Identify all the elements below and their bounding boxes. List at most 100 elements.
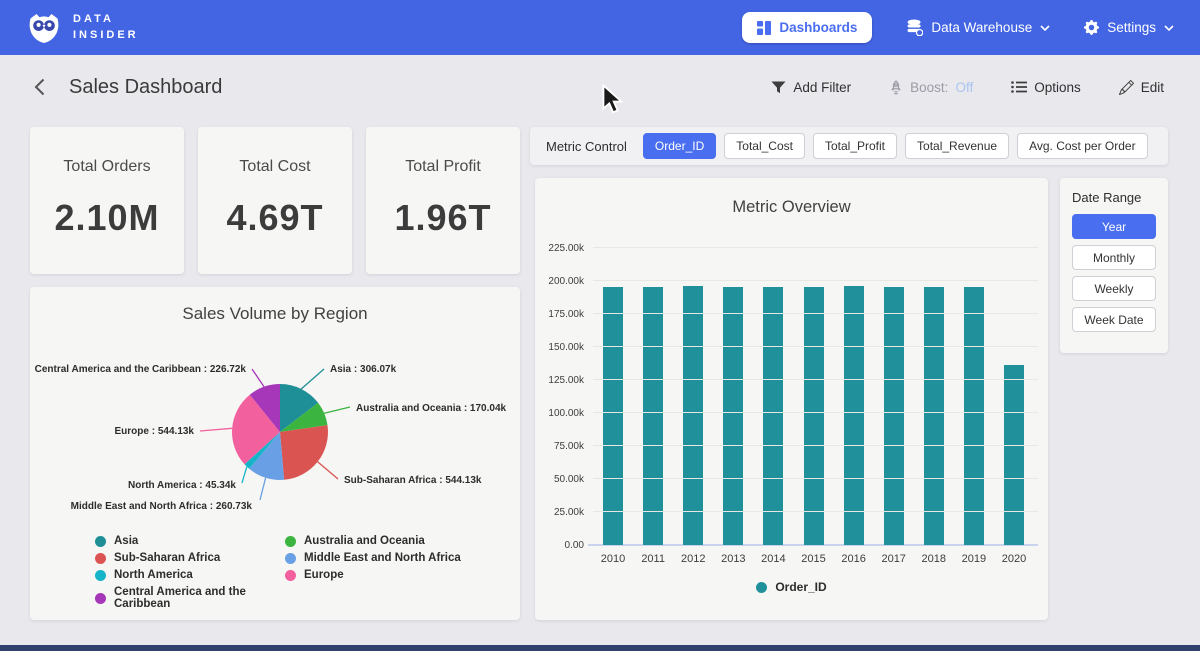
x-axis-labels: 2010201120122013201420152016201720182019…	[593, 553, 1034, 565]
add-filter-button[interactable]: Add Filter	[765, 79, 857, 96]
owl-logo-icon	[26, 12, 62, 44]
bar-slot	[874, 287, 914, 545]
nav-item-settings[interactable]: Settings	[1084, 20, 1174, 35]
top-navbar: DATA INSIDER Dashboards	[0, 0, 1200, 55]
pie-legend: Asia Australia and Oceania Sub-Saharan Afr…	[95, 535, 461, 610]
bar-2012[interactable]	[683, 286, 703, 545]
back-button[interactable]	[30, 74, 49, 100]
pie-leader-line	[252, 369, 264, 387]
x-axis-label: 2014	[753, 553, 793, 565]
bar-2010[interactable]	[603, 287, 623, 545]
bar-slot	[914, 287, 954, 545]
y-axis-tick: 75.00k	[554, 441, 584, 452]
y-axis-tick: 125.00k	[548, 375, 584, 386]
bar-slot	[673, 286, 713, 545]
bar-2013[interactable]	[723, 287, 743, 545]
pie-label-asia: Asia : 306.07k	[330, 364, 397, 375]
bar-2014[interactable]	[763, 287, 783, 545]
legend-dot	[285, 536, 296, 547]
chevron-left-icon	[34, 78, 45, 96]
kpi-label: Total Cost	[198, 158, 352, 176]
legend-item-north-america[interactable]: North America	[95, 569, 285, 581]
options-label: Options	[1034, 80, 1081, 95]
pie-label-middle-east-and-north-africa: Middle East and North Africa : 260.73k	[71, 501, 253, 512]
bar-slot	[593, 287, 633, 545]
boost-label: Boost:	[910, 80, 948, 95]
options-button[interactable]: Options	[1005, 79, 1087, 96]
legend-item-europe[interactable]: Europe	[285, 569, 461, 581]
gridline	[593, 313, 1038, 314]
edit-label: Edit	[1141, 80, 1164, 95]
date-range-weekly[interactable]: Weekly	[1072, 276, 1156, 301]
bar-2016[interactable]	[844, 286, 864, 545]
gridline	[593, 280, 1038, 281]
bar-series	[593, 248, 1034, 545]
pie-label-europe: Europe : 544.13k	[115, 426, 195, 437]
bar-legend[interactable]: Order_ID	[535, 580, 1048, 594]
metric-chip-total-profit[interactable]: Total_Profit	[813, 133, 897, 159]
boost-button[interactable]: Boost: Off	[883, 79, 979, 96]
bar-2011[interactable]	[643, 287, 663, 545]
kpi-card-total-profit: Total Profit1.96T	[366, 127, 520, 274]
bar-chart-card: Metric Overview 0.0025.00k50.00k75.00k10…	[535, 178, 1048, 620]
y-axis-tick: 100.00k	[548, 408, 584, 419]
kpi-value: 4.69T	[198, 197, 352, 239]
kpi-value: 1.96T	[366, 197, 520, 239]
dashboards-label: Dashboards	[779, 20, 857, 35]
gear-icon	[1084, 20, 1099, 35]
legend-dot	[285, 570, 296, 581]
bar-slot	[753, 287, 793, 545]
legend-item-australia-and-oceania[interactable]: Australia and Oceania	[285, 535, 461, 547]
add-filter-label: Add Filter	[793, 80, 851, 95]
kpi-row: Total Orders2.10MTotal Cost4.69TTotal Pr…	[30, 127, 520, 274]
legend-item-sub-saharan-africa[interactable]: Sub-Saharan Africa	[95, 552, 285, 564]
pie-leader-line	[260, 478, 266, 500]
legend-label: Central America and the Caribbean	[114, 586, 285, 610]
y-axis-tick: 0.00	[565, 540, 584, 551]
bar-2017[interactable]	[884, 287, 904, 545]
dashboards-button[interactable]: Dashboards	[742, 12, 872, 43]
pie-slice-sub-saharan-africa[interactable]	[280, 425, 328, 480]
brand-logo[interactable]: DATA INSIDER	[26, 12, 139, 44]
legend-label: Middle East and North Africa	[304, 552, 461, 564]
pie-label-central-america-and-the-caribbean: Central America and the Caribbean : 226.…	[35, 364, 247, 375]
legend-label: Sub-Saharan Africa	[114, 552, 220, 564]
pie-leader-line	[200, 428, 232, 431]
pie-chart: Asia : 306.07kAustralia and Oceania : 17…	[30, 327, 520, 532]
legend-label: Asia	[114, 535, 138, 547]
metric-control-bar: Metric Control Order_ID Total_Cost Total_P…	[530, 127, 1168, 165]
legend-item-middle-east-and-north-africa[interactable]: Middle East and North Africa	[285, 552, 461, 564]
date-range-year[interactable]: Year	[1072, 214, 1156, 239]
edit-button[interactable]: Edit	[1113, 79, 1170, 96]
nav-item-data-warehouse[interactable]: Data Warehouse	[906, 19, 1050, 36]
legend-dot	[95, 553, 106, 564]
bar-2020[interactable]	[1004, 365, 1024, 545]
metric-chip-avg-cost-per-order[interactable]: Avg. Cost per Order	[1017, 133, 1148, 159]
legend-item-asia[interactable]: Asia	[95, 535, 285, 547]
x-axis-label: 2010	[593, 553, 633, 565]
bar-2018[interactable]	[924, 287, 944, 545]
date-range-label: Date Range	[1072, 190, 1156, 205]
metric-chip-order-id[interactable]: Order_ID	[643, 133, 716, 159]
legend-item-central-america-and-the-caribbean[interactable]: Central America and the Caribbean	[95, 586, 285, 610]
gridline	[593, 511, 1038, 512]
pie-chart-title: Sales Volume by Region	[30, 287, 520, 324]
date-range-monthly[interactable]: Monthly	[1072, 245, 1156, 270]
pie-leader-line	[324, 407, 350, 413]
bar-legend-label: Order_ID	[775, 580, 826, 594]
date-range-week-date[interactable]: Week Date	[1072, 307, 1156, 332]
y-axis-tick: 175.00k	[548, 309, 584, 320]
bar-2019[interactable]	[964, 287, 984, 545]
metric-chip-total-revenue[interactable]: Total_Revenue	[905, 133, 1009, 159]
metric-control-label: Metric Control	[546, 139, 627, 154]
gridline	[593, 346, 1038, 347]
funnel-icon	[771, 81, 786, 94]
date-range-buttons: Year Monthly Weekly Week Date	[1072, 214, 1156, 332]
bar-slot	[994, 365, 1034, 545]
bar-slot	[834, 286, 874, 545]
metric-chip-total-cost[interactable]: Total_Cost	[724, 133, 805, 159]
x-axis-label: 2018	[914, 553, 954, 565]
metric-chip-group: Order_ID Total_Cost Total_Profit Total_Reve…	[643, 133, 1148, 159]
bar-2015[interactable]	[804, 287, 824, 545]
legend-dot	[756, 582, 767, 593]
